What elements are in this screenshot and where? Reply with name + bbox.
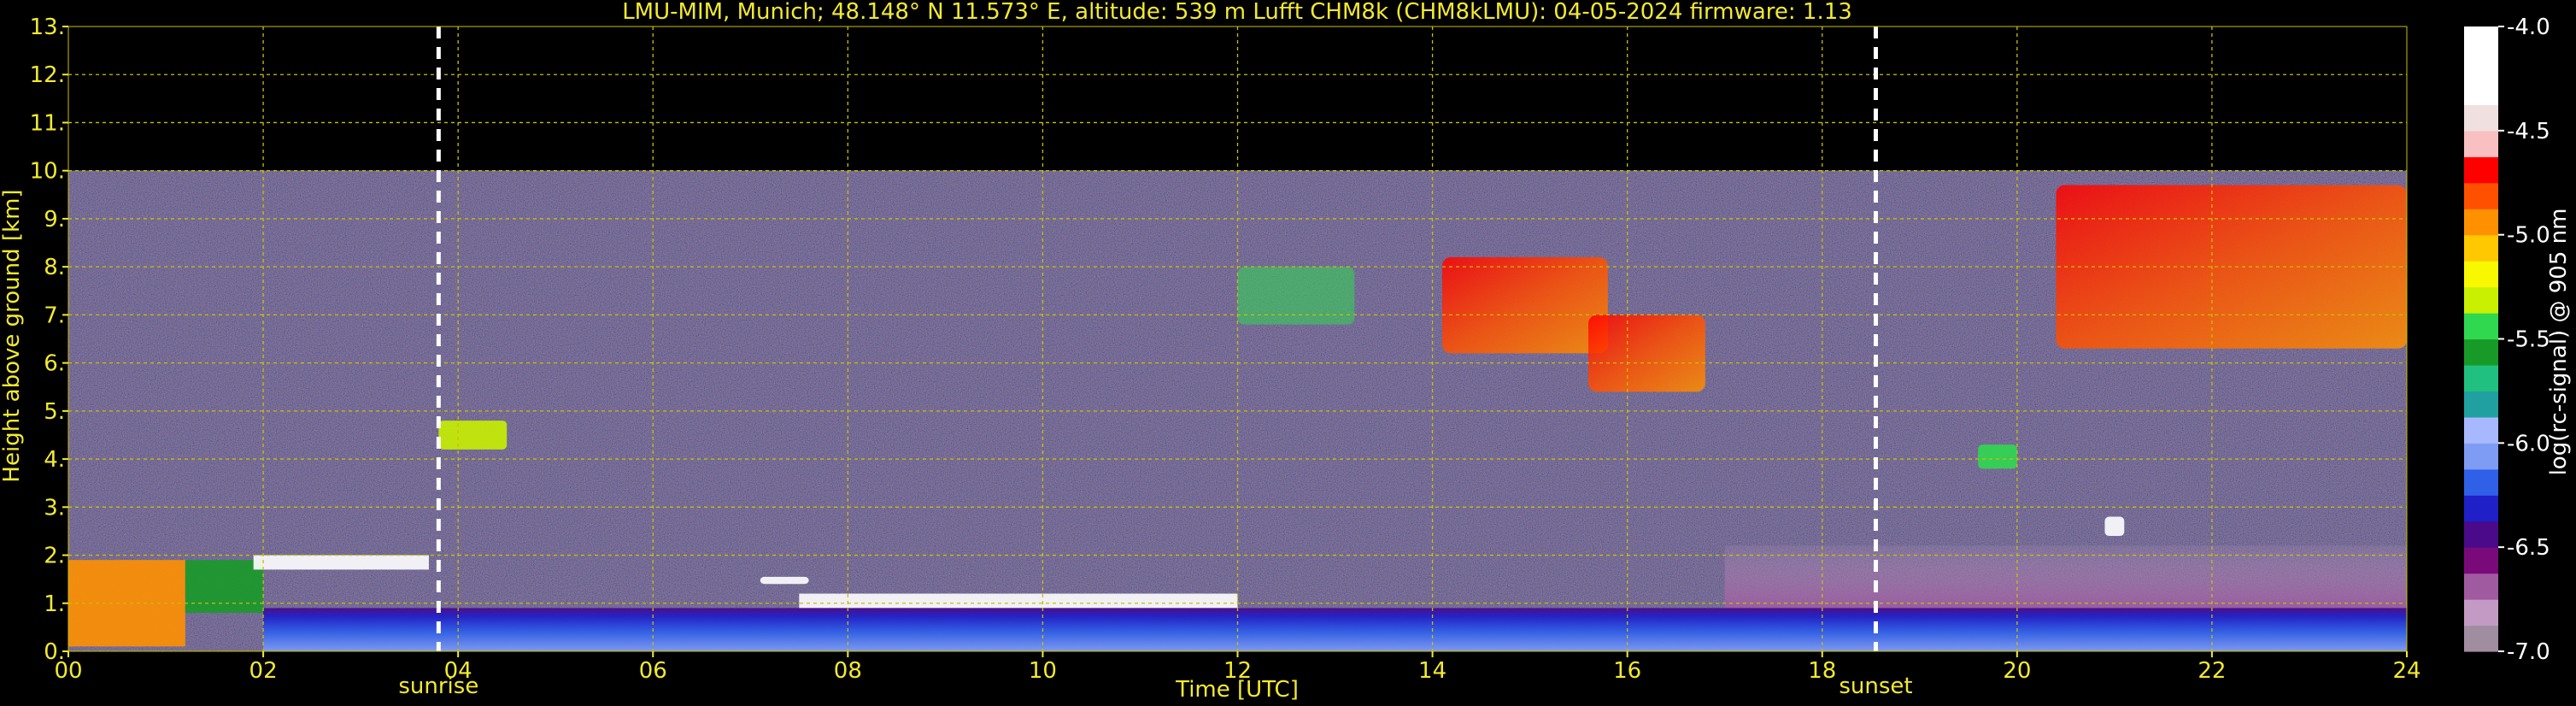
colorbar-tick-label: -6.5 xyxy=(2507,535,2550,561)
y-tick-label: 12. xyxy=(30,62,65,88)
colorbar-segment xyxy=(2464,286,2498,314)
boundary-layer-region xyxy=(263,608,2407,651)
colorbar-segment xyxy=(2464,573,2498,600)
x-tick-label: 06 xyxy=(639,658,667,684)
plot-area xyxy=(68,26,2407,651)
sunset-marker-label: sunset xyxy=(1839,674,1912,699)
x-tick-label: 16 xyxy=(1613,658,1641,684)
colorbar-segment xyxy=(2464,599,2498,627)
y-tick-label: 13. xyxy=(30,15,65,40)
cloud-region xyxy=(2104,516,2125,537)
colorbar-segment xyxy=(2464,521,2498,548)
y-tick-label: 10. xyxy=(30,159,65,185)
colorbar-tick-label: -4.0 xyxy=(2507,15,2550,40)
x-tick-label: 02 xyxy=(249,658,278,684)
colorbar-tick-label: -7.0 xyxy=(2507,639,2550,665)
y-tick-label: 7. xyxy=(44,303,65,328)
colorbar-segment xyxy=(2464,468,2498,496)
cirrus-region xyxy=(1441,256,1608,354)
x-tick-label: 14 xyxy=(1418,658,1446,684)
colorbar-tick-label: -5.5 xyxy=(2507,327,2550,353)
colorbar-tick-label: -5.0 xyxy=(2507,223,2550,249)
y-tick-label: 9. xyxy=(44,207,65,232)
colorbar-segment xyxy=(2464,338,2498,366)
y-tick-label: 5. xyxy=(44,399,65,425)
chart-title: LMU-MIM, Munich; 48.148° N 11.573° E, al… xyxy=(622,0,1852,25)
x-tick-label: 18 xyxy=(1808,658,1836,684)
y-axis-ticks: 0. 1. 2. 3. 4. 5. 6. 7. 8. 9. 10. 11. 12. 13. xyxy=(30,15,68,665)
cloud-layer-region xyxy=(253,555,429,570)
y-tick-label: 2. xyxy=(44,544,65,569)
x-tick-label: 24 xyxy=(2392,658,2421,684)
y-tick-label: 1. xyxy=(44,591,65,617)
colorbar-segment xyxy=(2464,104,2498,132)
colorbar-segment xyxy=(2464,625,2498,652)
x-tick-label: 20 xyxy=(2003,658,2031,684)
colorbar-segment xyxy=(2464,364,2498,392)
y-tick-label: 6. xyxy=(44,351,65,377)
colorbar-segment xyxy=(2464,52,2498,79)
colorbar-segment xyxy=(2464,209,2498,236)
colorbar-segment xyxy=(2464,78,2498,105)
x-tick-label: 08 xyxy=(834,658,862,684)
cloud-region xyxy=(1978,444,2017,469)
y-tick-label: 11. xyxy=(30,110,65,136)
colorbar-segment xyxy=(2464,391,2498,418)
colorbar-segment xyxy=(2464,495,2498,522)
colorbar-segment xyxy=(2464,234,2498,262)
cloud-layer-region xyxy=(68,560,185,647)
colorbar-tick-label: -4.5 xyxy=(2507,119,2550,144)
colorbar-segment xyxy=(2464,416,2498,444)
cirrus-region xyxy=(1237,267,1355,325)
y-axis-label: Height above ground [km] xyxy=(0,189,25,482)
colorbar: -4.0 -4.5 -5.0 -5.5 -6.0 -6.5 -7.0 xyxy=(2464,15,2550,665)
y-tick-label: 8. xyxy=(44,255,65,280)
colorbar-tick-label: -6.0 xyxy=(2507,431,2550,456)
x-tick-label: 10 xyxy=(1029,658,1057,684)
colorbar-segment xyxy=(2464,130,2498,157)
colorbar-segment xyxy=(2464,182,2498,209)
colorbar-segment xyxy=(2464,26,2498,54)
colorbar-segment xyxy=(2464,547,2498,574)
colorbar-label: log(rc-signal) @ 905 nm xyxy=(2546,209,2572,476)
cloud-region xyxy=(760,576,809,585)
ceilometer-chart: sunrise sunset 00 02 04 06 08 10 12 14 16 18 20 22 24… xyxy=(0,0,2572,703)
colorbar-segment xyxy=(2464,313,2498,340)
colorbar-segment xyxy=(2464,443,2498,470)
cirrus-region xyxy=(1588,315,1705,392)
y-tick-label: 4. xyxy=(44,447,65,473)
colorbar-segment xyxy=(2464,261,2498,288)
boundary-layer-top-region xyxy=(799,593,1238,609)
colorbar-segment xyxy=(2464,156,2498,184)
x-tick-label: 22 xyxy=(2198,658,2226,684)
x-axis-label: Time [UTC] xyxy=(1175,677,1299,703)
y-tick-label: 0. xyxy=(44,639,65,665)
x-tick-label: 04 xyxy=(444,658,472,684)
cloud-region xyxy=(438,421,508,450)
cloud-layer-region xyxy=(185,560,264,614)
y-tick-label: 3. xyxy=(44,495,65,521)
